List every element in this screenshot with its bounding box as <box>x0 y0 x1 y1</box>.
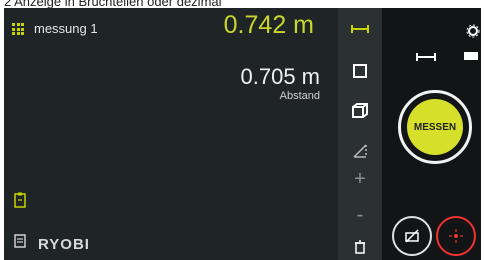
clipboard-icon[interactable] <box>14 192 26 208</box>
line-distance-tool[interactable] <box>346 18 374 40</box>
measure-mode-toolbar: + - <box>338 8 382 260</box>
measurement-name[interactable]: messung 1 <box>34 21 98 36</box>
secondary-measurement-label: Abstand <box>279 90 320 102</box>
settings-icon[interactable] <box>466 24 480 38</box>
main-measurement-value: 0.742 m <box>223 11 314 39</box>
secondary-measurement-value: 0.705 m <box>240 64 321 89</box>
line-distance-icon <box>351 25 369 33</box>
laser-icon <box>449 229 463 243</box>
zoom-in-button[interactable]: + <box>346 168 374 190</box>
angle-icon <box>353 144 367 158</box>
angle-tool[interactable] <box>346 140 374 162</box>
area-icon <box>353 64 367 78</box>
trash-icon <box>355 240 365 254</box>
control-panel: MESSEN <box>382 8 481 260</box>
app-window: messung 1 0.742 m 0.705 m Abstand RYOBI <box>4 8 481 260</box>
volume-tool[interactable] <box>346 100 374 122</box>
line-distance-icon <box>416 53 436 61</box>
document-caption: 2 Anzeige in Bruchteilen oder dezimal <box>4 0 222 9</box>
area-tool[interactable] <box>346 60 374 82</box>
delete-button[interactable] <box>346 236 374 258</box>
zoom-out-button[interactable]: - <box>346 204 374 226</box>
volume-icon <box>352 103 368 118</box>
measure-button[interactable]: MESSEN <box>407 99 463 155</box>
measure-button-ring: MESSEN <box>398 90 472 164</box>
camera-off-icon <box>405 229 419 243</box>
display-toggle[interactable] <box>464 52 478 60</box>
laser-button[interactable] <box>436 216 476 256</box>
camera-off-button[interactable] <box>392 216 432 256</box>
measurement-area: messung 1 0.742 m 0.705 m Abstand RYOBI <box>4 8 338 260</box>
grid-icon[interactable] <box>12 23 24 35</box>
brand-logo: RYOBI <box>38 236 90 253</box>
storage-icon[interactable] <box>14 234 26 248</box>
